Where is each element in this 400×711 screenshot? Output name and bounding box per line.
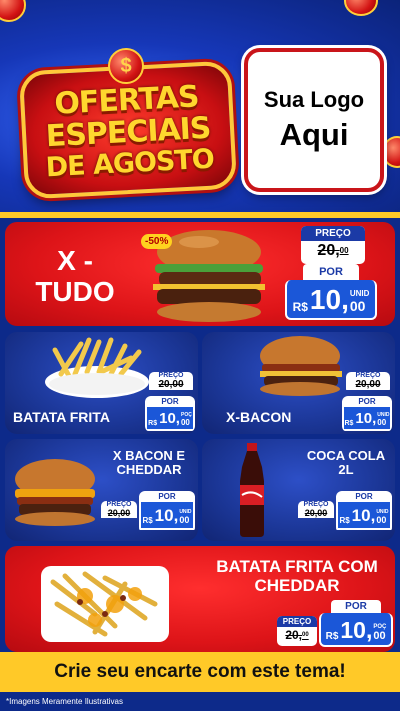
new-price-value: R$ 10, UNID 00 <box>342 407 392 431</box>
product-card-x-bacon-cheddar: X BACON E CHEDDAR PREÇO 20,00 POR R$ 10, … <box>5 439 198 541</box>
new-price-label: POR <box>303 264 359 280</box>
burger-icon <box>15 459 95 526</box>
old-price-box: PREÇO 20,00 <box>298 501 334 523</box>
new-price-value: R$ 10, UNID 00 <box>336 502 392 530</box>
old-price-box: PREÇO 20,00 <box>301 226 365 264</box>
old-price-box: PREÇO 20,00 <box>346 372 390 394</box>
product-name: COCA COLA 2L <box>306 448 386 478</box>
product-card-x-tudo: X - TUDO -50% PREÇO 20,00 POR R$ 10, UNID… <box>5 222 395 326</box>
coin-decoration-icon <box>0 0 26 22</box>
logo-text-line2: Aqui <box>279 117 349 152</box>
new-price-box: POR R$ 10, POÇ 00 <box>145 396 195 432</box>
product-name: BATATA FRITA COM CHEDDAR <box>216 557 378 595</box>
new-price-value: R$ 10, UNID 00 <box>285 280 377 320</box>
product-card-x-bacon: X-BACON PREÇO 20,00 POR R$ 10, UNID 00 <box>202 332 395 434</box>
new-price-value: R$ 10, POÇ 00 <box>319 613 393 647</box>
new-price-value: R$ 10, POÇ 00 <box>145 407 195 431</box>
old-price-box: PREÇO 20,00 <box>277 616 317 646</box>
new-price-label: POR <box>139 491 195 502</box>
old-price-label: PREÇO <box>301 226 365 241</box>
coin-decoration-icon <box>382 136 400 168</box>
cheddar-fries-icon <box>41 566 169 642</box>
header-divider <box>0 212 400 218</box>
old-price-value: 20,00 <box>101 508 137 518</box>
old-price-box: PREÇO 20,00 <box>149 372 193 394</box>
cta-banner[interactable]: Crie seu encarte com este tema! <box>0 652 400 692</box>
old-price-box: PREÇO 20,00 <box>101 501 137 523</box>
new-price-label: POR <box>145 396 195 407</box>
new-price-value: R$ 10, UNID 00 <box>139 502 195 530</box>
new-price-box: POR R$ 10, UNID 00 <box>139 491 195 533</box>
product-card-coca-cola: COCA COLA 2L PREÇO 20,00 POR R$ 10, UNID 0… <box>202 439 395 541</box>
logo-text-line1: Sua Logo <box>263 87 365 112</box>
new-price-label: POR <box>342 396 392 407</box>
old-price-label: PREÇO <box>277 616 317 627</box>
old-price-value: 20,00 <box>285 628 309 642</box>
new-price-box: POR R$ 10, UNID 00 <box>342 396 392 432</box>
product-card-batata-cheddar: BATATA FRITA COM CHEDDAR PREÇO 20,00 POR … <box>5 546 395 652</box>
discount-badge: -50% <box>141 234 173 249</box>
coin-decoration-icon <box>344 0 378 16</box>
logo-placeholder: Sua Logo Aqui <box>244 48 384 192</box>
new-price-box: POR R$ 10, UNID 00 <box>336 491 392 533</box>
old-price-label: PREÇO <box>346 372 390 379</box>
old-price-label: PREÇO <box>149 372 193 379</box>
new-price-label: POR <box>336 491 392 502</box>
disclaimer-text: *Imagens Meramente Ilustrativas <box>6 697 123 706</box>
product-name: X-BACON <box>226 409 292 425</box>
burger-icon <box>260 336 342 396</box>
old-price-label: PREÇO <box>298 501 334 508</box>
old-price-label: PREÇO <box>101 501 137 508</box>
header-banner: $ OFERTAS ESPECIAIS DE AGOSTO Sua Logo A… <box>0 0 400 216</box>
old-price-value: 20,00 <box>298 508 334 518</box>
fries-icon <box>45 337 149 398</box>
product-name: X - TUDO <box>35 245 115 307</box>
product-name: X BACON E CHEDDAR <box>112 448 186 478</box>
product-name: BATATA FRITA <box>13 409 110 425</box>
soda-bottle-icon <box>240 443 264 537</box>
old-price-value: 20,00 <box>317 242 349 259</box>
old-price-value: 20,00 <box>149 379 193 390</box>
new-price-box: POR R$ 10, UNID 00 <box>285 264 377 322</box>
new-price-box: POR R$ 10, POÇ 00 <box>319 600 393 648</box>
new-price-label: POR <box>331 600 381 613</box>
dollar-badge-icon: $ <box>108 48 144 84</box>
cta-text: Crie seu encarte com este tema! <box>54 661 346 682</box>
product-card-batata-frita: BATATA FRITA PREÇO 20,00 POR R$ 10, POÇ 0… <box>5 332 198 434</box>
old-price-value: 20,00 <box>346 379 390 390</box>
